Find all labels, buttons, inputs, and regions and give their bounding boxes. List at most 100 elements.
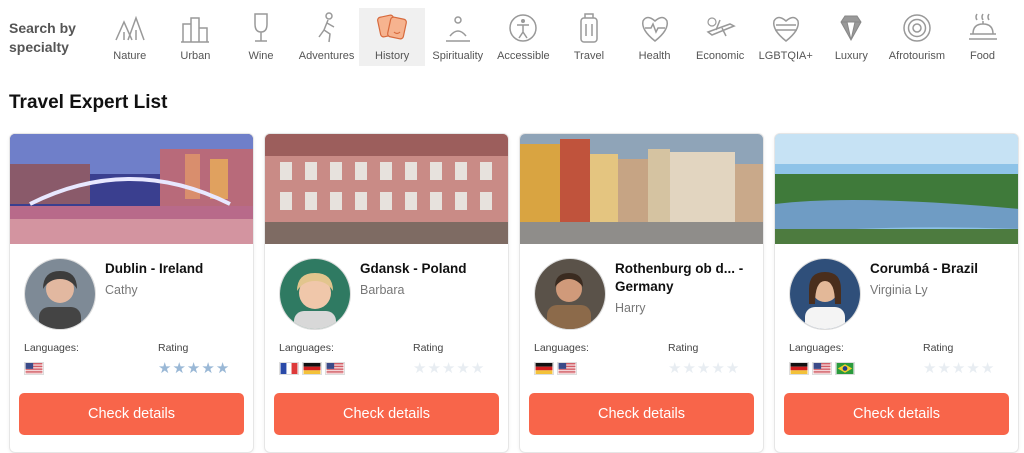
flag-us-icon bbox=[812, 362, 832, 375]
expert-card[interactable]: Corumbá - Brazil Virginia Ly Languages: Rat… bbox=[774, 133, 1019, 453]
expert-destination: Dublin - Ireland Cathy bbox=[105, 260, 245, 299]
star-icon: ★ bbox=[966, 360, 980, 377]
star-icon: ★ bbox=[923, 360, 937, 377]
star-icon: ★ bbox=[711, 360, 725, 377]
star-icon: ★ bbox=[470, 360, 485, 377]
star-icon: ★ bbox=[668, 360, 682, 377]
expert-card-list: Dublin - Ireland Cathy Languages: Rating ★ ★ ★… bbox=[9, 133, 1019, 453]
check-details-button[interactable]: Check details bbox=[274, 393, 499, 435]
rating-stars: ★ ★ ★ ★ ★ bbox=[413, 361, 484, 376]
specialty-economic[interactable]: Economic bbox=[687, 8, 753, 66]
flag-us-icon bbox=[325, 362, 345, 375]
accessible-icon bbox=[509, 14, 538, 42]
specialty-list: Nature Urban Wine Adventures History Spiritua… bbox=[97, 8, 1015, 68]
specialty-health[interactable]: Health bbox=[622, 8, 688, 66]
specialty-adventures[interactable]: Adventures bbox=[294, 8, 360, 66]
rating-label: Rating bbox=[158, 342, 189, 354]
adventures-icon bbox=[317, 12, 334, 43]
languages-label: Languages: bbox=[279, 342, 334, 354]
destination-label: Corumbá - Brazil bbox=[870, 261, 979, 276]
specialty-luxury[interactable]: Luxury bbox=[819, 8, 885, 66]
history-icon bbox=[377, 14, 408, 40]
specialty-spirituality[interactable]: Spirituality bbox=[425, 8, 491, 66]
star-icon: ★ bbox=[172, 360, 186, 377]
flag-de-icon bbox=[789, 362, 809, 375]
specialty-history[interactable]: History bbox=[359, 8, 425, 66]
expert-name: Harry bbox=[615, 301, 646, 315]
health-icon bbox=[641, 16, 668, 42]
specialty-food[interactable]: Food bbox=[950, 8, 1016, 66]
specialty-label: LGBTQIA+ bbox=[758, 50, 813, 62]
expert-avatar bbox=[534, 258, 606, 330]
specialty-nature[interactable]: Nature bbox=[97, 8, 163, 66]
afrotourism-icon bbox=[903, 14, 931, 42]
destination-photo[interactable] bbox=[10, 134, 253, 244]
flag-fr-icon bbox=[279, 362, 299, 375]
star-icon: ★ bbox=[937, 360, 951, 377]
destination-photo[interactable] bbox=[520, 134, 763, 244]
flag-de-icon bbox=[302, 362, 322, 375]
specialty-label: Accessible bbox=[497, 50, 550, 62]
rating-label: Rating bbox=[923, 342, 954, 354]
language-flags bbox=[534, 362, 577, 375]
check-details-button[interactable]: Check details bbox=[784, 393, 1009, 435]
expert-destination: Gdansk - Poland Barbara bbox=[360, 260, 500, 299]
specialty-lgbtqia[interactable]: LGBTQIA+ bbox=[753, 8, 819, 66]
expert-name: Barbara bbox=[360, 283, 405, 297]
economic-icon bbox=[706, 17, 736, 37]
destination-label: Rothenburg ob d... - Germany bbox=[615, 261, 744, 294]
star-icon: ★ bbox=[696, 360, 711, 377]
expert-card[interactable]: Dublin - Ireland Cathy Languages: Rating ★ ★ ★… bbox=[9, 133, 254, 453]
nature-icon bbox=[115, 15, 145, 41]
destination-label: Dublin - Ireland bbox=[105, 261, 204, 276]
star-icon: ★ bbox=[158, 360, 172, 377]
expert-card[interactable]: Rothenburg ob d... - Germany Harry Languag… bbox=[519, 133, 764, 453]
destination-photo[interactable] bbox=[265, 134, 508, 244]
check-details-button[interactable]: Check details bbox=[19, 393, 244, 435]
search-by-specialty-label: Search by specialty bbox=[9, 20, 76, 55]
expert-name: Virginia Ly bbox=[870, 283, 928, 297]
expert-avatar bbox=[24, 258, 96, 330]
expert-name: Cathy bbox=[105, 283, 138, 297]
destination-photo[interactable] bbox=[775, 134, 1018, 244]
expert-destination: Corumbá - Brazil Virginia Ly bbox=[870, 260, 1010, 299]
expert-avatar bbox=[789, 258, 861, 330]
food-icon bbox=[968, 13, 997, 40]
specialty-travel[interactable]: Travel bbox=[556, 8, 622, 66]
check-details-button[interactable]: Check details bbox=[529, 393, 754, 435]
luxury-icon bbox=[840, 15, 862, 42]
specialty-label: Wine bbox=[248, 50, 274, 62]
specialty-accessible[interactable]: Accessible bbox=[491, 8, 557, 66]
specialty-label: Urban bbox=[180, 50, 211, 62]
language-flags bbox=[279, 362, 345, 375]
expert-destination: Rothenburg ob d... - Germany Harry bbox=[615, 260, 755, 317]
star-icon: ★ bbox=[980, 360, 995, 377]
section-title: Travel Expert List bbox=[9, 92, 168, 113]
language-flags bbox=[24, 362, 44, 375]
rating-label: Rating bbox=[668, 342, 699, 354]
specialty-label: Adventures bbox=[298, 50, 355, 62]
destination-label: Gdansk - Poland bbox=[360, 261, 467, 276]
rating-label: Rating bbox=[413, 342, 444, 354]
language-flags bbox=[789, 362, 855, 375]
flag-de-icon bbox=[534, 362, 554, 375]
star-icon: ★ bbox=[725, 360, 740, 377]
urban-icon bbox=[181, 17, 210, 43]
expert-card[interactable]: Gdansk - Poland Barbara Languages: Rating ★ ★… bbox=[264, 133, 509, 453]
wine-icon bbox=[254, 13, 268, 42]
specialty-label: Health bbox=[638, 50, 671, 62]
star-icon: ★ bbox=[413, 360, 427, 377]
specialty-wine[interactable]: Wine bbox=[228, 8, 294, 66]
star-icon: ★ bbox=[682, 360, 696, 377]
specialty-label: Food bbox=[969, 50, 996, 62]
specialty-urban[interactable]: Urban bbox=[163, 8, 229, 66]
specialty-label: Spirituality bbox=[432, 50, 484, 62]
specialty-label: Economic bbox=[695, 50, 745, 62]
star-icon: ★ bbox=[951, 360, 966, 377]
flag-br-icon bbox=[835, 362, 855, 375]
rating-stars: ★ ★ ★ ★ ★ bbox=[923, 361, 994, 376]
flag-us-icon bbox=[557, 362, 577, 375]
specialty-afrotourism[interactable]: Afrotourism bbox=[884, 8, 950, 66]
expert-avatar bbox=[279, 258, 351, 330]
star-icon: ★ bbox=[441, 360, 456, 377]
